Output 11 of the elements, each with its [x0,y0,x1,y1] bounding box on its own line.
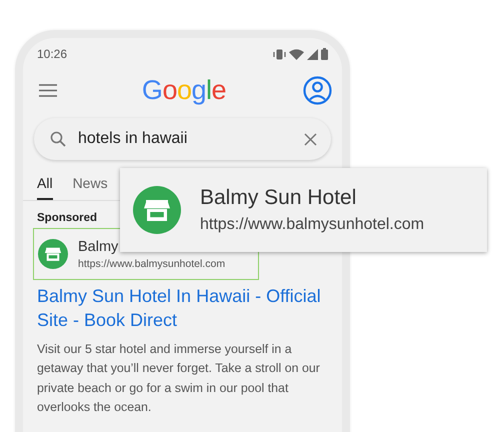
google-logo: Google [142,74,226,106]
tab[interactable]: News [72,166,108,200]
advertiser-name: Balmy [78,238,120,254]
ad-title-link[interactable]: Balmy Sun Hotel In Hawaii - Official Site - Book Direct [37,284,337,332]
hotel-name: Balmy Sun Hotel [200,186,358,210]
search-field[interactable]: hotels in hawaii [34,118,331,160]
sponsored-label: Sponsored [37,212,98,224]
status-time: 10:26 [37,47,68,61]
tab[interactable]: All [37,166,53,200]
ad-url: https://www.balmysunhotel.com [78,258,226,270]
ad-description: Visit our 5 star hotel and immerse yourself in a getaway that you’ll never forget. Take a stroll on our private beach or go for a swim in our pool that overlooks the ocean. [37,341,321,416]
